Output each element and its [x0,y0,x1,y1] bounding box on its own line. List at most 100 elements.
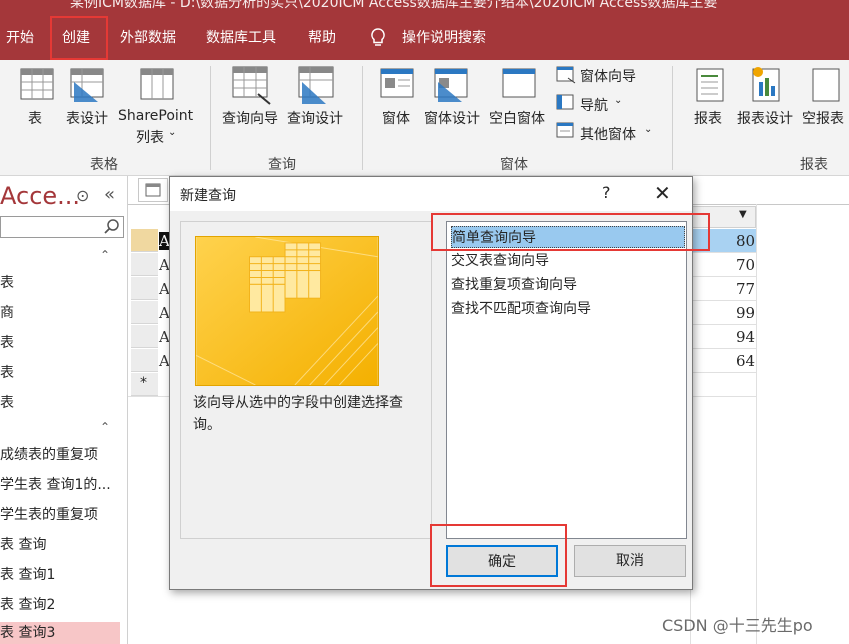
nav-item[interactable]: 表 查询 [0,534,120,554]
more-forms-icon [556,122,574,138]
wizard-description: 该向导从选中的字段中创建选择查询。 [193,395,403,433]
annotation-highlight [430,524,567,587]
close-button[interactable]: ✕ [654,181,671,205]
nav-pane-title: Acce... [0,182,81,210]
more-forms-label: 其他窗体 [580,127,636,143]
sharepoint-list-icon [140,68,174,100]
group-divider [362,66,363,170]
tab-external-data[interactable]: 外部数据 [120,16,176,60]
tab-help[interactable]: 帮助 [308,16,336,60]
report-label: 报表 [694,111,722,127]
section-collapse-icon[interactable]: ⌃ [100,420,110,434]
form-wizard-icon [556,66,576,84]
nav-item[interactable]: 表 [0,332,120,352]
group-label-forms: 窗体 [500,157,528,173]
report-icon [696,68,724,102]
navigation-icon [556,94,574,110]
sort-dropdown-icon: ▼ [739,209,747,220]
chevron-down-icon: ⌄ [644,124,653,135]
report-design-icon [752,67,780,102]
form-label: 窗体 [382,111,410,127]
cell-value[interactable]: 77 [736,280,755,298]
group-label-tables: 表格 [90,157,118,173]
preview-panel: 该向导从选中的字段中创建选择查询。 [180,221,432,539]
report-design-label: 报表设计 [737,111,793,127]
lightbulb-icon [368,16,388,60]
row-selector[interactable] [131,229,158,252]
tab-database-tools[interactable]: 数据库工具 [206,16,276,60]
blank-form-label: 空白窗体 [489,111,545,127]
group-label-reports: 报表 [800,157,828,173]
query-design-label: 查询设计 [287,111,343,127]
nav-item[interactable]: 表 查询2 [0,594,120,614]
list-item-crosstab-query-wizard[interactable]: 交叉表查询向导 [451,250,685,272]
chevron-down-icon: ⌄ [614,95,623,106]
nav-item[interactable]: 表 [0,362,120,382]
title-bar: 某例ICM数据库 - D:\数据分析的实只\2020ICM Access数据库主… [0,0,849,16]
gridline [756,204,757,644]
row-selector[interactable] [131,325,158,348]
list-item-find-duplicates-wizard[interactable]: 查找重复项查询向导 [451,274,685,296]
row-selector[interactable]: * [131,373,158,396]
cell-value[interactable]: 64 [736,352,755,370]
cell-value[interactable]: 94 [736,328,755,346]
help-button[interactable]: ? [602,183,611,202]
dialog-titlebar: 新建查询 ? ✕ [170,177,692,211]
group-divider [210,66,211,170]
table-design-label: 表设计 [66,111,108,127]
collapse-pane-icon[interactable]: « [104,184,115,205]
window-title: 某例ICM数据库 - D:\数据分析的实只\2020ICM Access数据库主… [70,0,718,11]
blank-report-icon [812,68,840,102]
chevron-down-icon: ⌄ [168,127,177,138]
sharepoint-lists-label: 列表 [136,130,164,146]
ribbon-tabs: 开始 创建 外部数据 数据库工具 帮助 操作说明搜索 [0,16,849,60]
list-item-find-unmatched-wizard[interactable]: 查找不匹配项查询向导 [451,298,685,320]
navigation-pane: Acce... ⊙ « ⌃ 表 商 表 表 表 ⌃ 成绩表的重复项 学生表 查询… [0,176,128,644]
row-selector[interactable] [131,349,158,372]
tell-me-search[interactable]: 操作说明搜索 [402,16,486,60]
query-type-list[interactable]: 简单查询向导 交叉表查询向导 查找重复项查询向导 查找不匹配项查询向导 [446,221,687,539]
nav-item[interactable]: 表 [0,392,120,412]
sharepoint-label: SharePoint [118,108,194,124]
nav-item[interactable]: 表 查询1 [0,564,120,584]
cell-value[interactable]: 80 [736,232,755,250]
form-icon [380,68,414,98]
watermark: CSDN @十三先生po [662,616,813,635]
navigation-label: 导航 [580,98,608,114]
nav-dropdown-icon[interactable]: ⊙ [76,186,89,205]
wizard-preview-image [195,236,379,386]
ribbon: 表 表设计 SharePoint 列表 ⌄ 表格 查询向导 查询设计 查询 窗体… [0,60,849,176]
nav-item-selected[interactable]: 表 查询3 [0,622,120,644]
search-icon [104,219,119,234]
cancel-button[interactable]: 取消 [574,545,686,577]
row-selector[interactable] [131,253,158,276]
tab-create-highlight [50,16,108,60]
form-wizard-label: 窗体向导 [580,69,636,85]
tab-home[interactable]: 开始 [6,16,34,60]
datasheet-tab[interactable] [138,178,168,202]
cell-value[interactable]: 99 [736,304,755,322]
nav-item[interactable]: 表 [0,272,120,292]
cell-value[interactable]: 70 [736,256,755,274]
annotation-highlight [431,213,710,251]
row-selector[interactable] [131,277,158,300]
nav-item[interactable]: 成绩表的重复项 [0,444,120,464]
form-design-icon [434,68,468,102]
nav-item[interactable]: 学生表 查询1的... [0,474,120,494]
nav-search-input[interactable] [0,216,124,238]
query-design-icon [298,66,334,104]
table-icon [20,68,54,100]
group-label-queries: 查询 [268,157,296,173]
nav-item[interactable]: 商 [0,302,120,322]
table-label: 表 [28,111,42,127]
table-design-icon [70,68,104,102]
new-row-marker: * [140,375,147,391]
blank-form-icon [502,68,536,98]
section-collapse-icon[interactable]: ⌃ [100,248,110,262]
row-selector[interactable] [131,301,158,324]
query-wizard-icon [232,66,271,105]
table-icon [145,183,161,197]
nav-item[interactable]: 学生表的重复项 [0,504,120,524]
blank-report-label: 空报表 [802,111,844,127]
dialog-title: 新建查询 [180,188,236,204]
